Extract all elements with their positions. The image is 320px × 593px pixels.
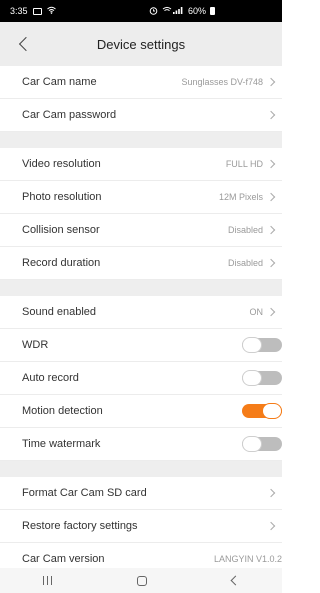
setting-control xyxy=(265,488,282,498)
chevron-right-icon xyxy=(266,521,276,531)
setting-label: Car Cam version xyxy=(22,553,105,565)
battery-percent: 60% xyxy=(188,6,207,16)
page-title: Device settings xyxy=(96,36,186,52)
setting-row-format-sd-card[interactable]: Format Car Cam SD card xyxy=(0,477,282,510)
setting-row-car-cam-password[interactable]: Car Cam password xyxy=(0,99,282,132)
setting-value: FULL HD xyxy=(225,159,263,169)
setting-control: Disabled xyxy=(228,258,282,268)
toggle-switch[interactable] xyxy=(242,337,282,353)
section-separator xyxy=(0,132,282,148)
setting-label: Time watermark xyxy=(22,438,101,450)
toggle-switch[interactable] xyxy=(242,436,282,452)
battery-icon xyxy=(210,7,216,15)
setting-value: Disabled xyxy=(227,225,263,235)
setting-control xyxy=(242,337,282,353)
setting-label: WDR xyxy=(22,339,49,351)
setting-label: Auto record xyxy=(22,372,79,384)
setting-control xyxy=(242,436,282,452)
setting-control: Disabled xyxy=(228,225,282,235)
header-bar: Device settings xyxy=(0,22,282,66)
status-bar: 3:35 60% xyxy=(0,0,282,22)
setting-control: LANGYIN V1.0.2 xyxy=(214,554,282,564)
section-separator xyxy=(0,461,282,477)
recents-button[interactable] xyxy=(42,576,52,585)
setting-control: FULL HD xyxy=(226,159,282,169)
chevron-right-icon xyxy=(266,110,276,120)
chevron-right-icon xyxy=(266,488,276,498)
setting-control xyxy=(242,370,282,386)
toggle-knob xyxy=(242,436,262,452)
chevron-left-icon xyxy=(18,36,34,52)
alarm-icon xyxy=(149,6,158,17)
section-separator xyxy=(0,280,282,296)
gallery-notification-icon xyxy=(32,7,42,15)
home-button[interactable] xyxy=(136,575,147,586)
setting-value: Sunglasses DV-f748 xyxy=(181,77,263,87)
setting-label: Video resolution xyxy=(22,158,101,170)
setting-row-video-resolution[interactable]: Video resolution FULL HD xyxy=(0,148,282,181)
setting-label: Car Cam name xyxy=(22,76,97,88)
setting-row-car-cam-name[interactable]: Car Cam name Sunglasses DV-f748 xyxy=(0,66,282,99)
setting-row-record-duration[interactable]: Record duration Disabled xyxy=(0,247,282,280)
system-back-button[interactable] xyxy=(230,575,241,586)
chevron-right-icon xyxy=(266,192,276,202)
setting-label: Format Car Cam SD card xyxy=(22,487,147,499)
setting-label: Restore factory settings xyxy=(22,520,138,532)
status-time: 3:35 xyxy=(10,6,28,16)
status-right: 60% xyxy=(149,6,216,17)
wifi-icon xyxy=(46,6,56,16)
back-button[interactable] xyxy=(8,22,40,66)
setting-row-restore-factory[interactable]: Restore factory settings xyxy=(0,510,282,543)
toggle-knob xyxy=(242,370,262,386)
setting-row-time-watermark[interactable]: Time watermark xyxy=(0,428,282,461)
setting-control xyxy=(242,403,282,419)
setting-control xyxy=(265,110,282,120)
setting-row-sound-enabled[interactable]: Sound enabled ON xyxy=(0,296,282,329)
setting-label: Collision sensor xyxy=(22,224,100,236)
setting-label: Photo resolution xyxy=(22,191,102,203)
toggle-switch[interactable] xyxy=(242,403,282,419)
setting-label: Sound enabled xyxy=(22,306,97,318)
setting-control xyxy=(265,521,282,531)
toggle-knob xyxy=(242,337,262,353)
chevron-right-icon xyxy=(266,258,276,268)
system-nav-bar xyxy=(0,568,282,593)
setting-label: Motion detection xyxy=(22,405,103,417)
chevron-right-icon xyxy=(266,225,276,235)
setting-label: Record duration xyxy=(22,257,101,269)
setting-control: ON xyxy=(250,307,283,317)
setting-control: 12M Pixels xyxy=(219,192,282,202)
setting-label: Car Cam password xyxy=(22,109,117,121)
setting-control: Sunglasses DV-f748 xyxy=(181,77,282,87)
setting-row-collision-sensor[interactable]: Collision sensor Disabled xyxy=(0,214,282,247)
chevron-right-icon xyxy=(266,159,276,169)
settings-list: Car Cam name Sunglasses DV-f748 Car Cam pa… xyxy=(0,66,282,576)
setting-row-auto-record[interactable]: Auto record xyxy=(0,362,282,395)
toggle-switch[interactable] xyxy=(242,370,282,386)
setting-row-motion-detection[interactable]: Motion detection xyxy=(0,395,282,428)
setting-row-photo-resolution[interactable]: Photo resolution 12M Pixels xyxy=(0,181,282,214)
toggle-knob xyxy=(262,403,282,419)
setting-value: LANGYIN V1.0.2 xyxy=(213,554,282,564)
setting-value: ON xyxy=(249,307,264,317)
setting-row-wdr[interactable]: WDR xyxy=(0,329,282,362)
chevron-right-icon xyxy=(266,77,276,87)
setting-value: Disabled xyxy=(227,258,263,268)
status-left: 3:35 xyxy=(10,6,56,16)
signal-wifi-icon xyxy=(162,6,184,16)
chevron-right-icon xyxy=(266,307,276,317)
setting-value: 12M Pixels xyxy=(218,192,263,202)
